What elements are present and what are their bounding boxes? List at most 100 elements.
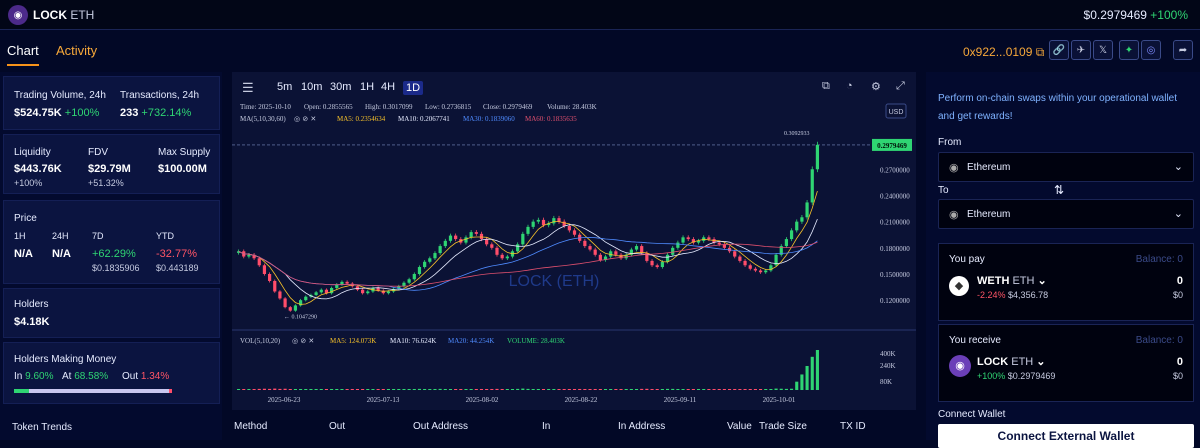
from-chain-select[interactable]: ◉ Ethereum ⌄ xyxy=(938,152,1194,182)
candle-up xyxy=(407,279,411,283)
timeframe-4h[interactable]: 4H xyxy=(381,81,395,93)
tab-chart[interactable]: Chart xyxy=(7,43,39,66)
volume-bar xyxy=(717,389,721,390)
price-card: Price 1H N/A 24H N/A 7D +62.29% $0.18359… xyxy=(3,200,220,284)
volume-bar xyxy=(779,388,783,390)
volume-bar xyxy=(361,389,365,390)
volume-bar xyxy=(665,388,670,390)
volume-bar xyxy=(805,365,809,390)
candle-up xyxy=(423,261,427,268)
vol-tick-label: 80K xyxy=(880,378,892,386)
volume-bar xyxy=(505,389,509,390)
volume-bar xyxy=(810,356,814,390)
info-close: Close: 0.2979469 xyxy=(483,103,533,111)
indicator-icon[interactable]: ⧉ xyxy=(822,80,830,93)
camera-icon[interactable]: ◔ xyxy=(846,80,853,92)
menu-icon[interactable]: ☰ xyxy=(242,80,254,96)
volume-bar xyxy=(330,389,334,390)
y-tick-label: 0.1500000 xyxy=(880,271,910,279)
volume-bar xyxy=(686,389,690,390)
max-supply-value: $100.00M xyxy=(158,163,207,175)
settings-icon[interactable]: ⚙ xyxy=(871,80,881,93)
volume-bar xyxy=(397,389,401,390)
volume-bar xyxy=(681,389,685,390)
price-1h-value: N/A xyxy=(14,248,33,260)
candle-down xyxy=(541,219,546,226)
x-tick-label: 2025-09-11 xyxy=(664,396,697,404)
candle-up xyxy=(304,296,308,301)
price-24h-label: 24H xyxy=(52,231,69,241)
candlestick-chart[interactable]: LOCK (ETH) Time: 2025-10-10 Open: 0.2855… xyxy=(232,100,916,410)
volume-bar xyxy=(293,389,297,390)
candle-up xyxy=(314,292,318,295)
timeframe-5m[interactable]: 5m xyxy=(277,81,292,93)
x-icon[interactable]: 𝕏 xyxy=(1093,40,1113,60)
volume-bar xyxy=(598,389,602,390)
candle-down xyxy=(288,307,292,311)
candle-down xyxy=(614,251,618,255)
link-icon[interactable]: 🔗 xyxy=(1049,40,1069,60)
candle-up xyxy=(810,169,814,203)
telegram-icon[interactable]: ✈ xyxy=(1071,40,1091,60)
volume-bar xyxy=(273,388,277,390)
share-icon-b[interactable]: ➦ xyxy=(1173,40,1193,60)
vol-label: VOL(5,10,20) xyxy=(240,337,281,345)
receive-token[interactable]: LOCK ETH ⌄ xyxy=(977,355,1046,368)
volume-bar xyxy=(784,388,788,390)
info-low: Low: 0.2736815 xyxy=(425,103,472,111)
candle-up xyxy=(433,253,437,259)
volume-bar xyxy=(485,389,489,390)
y-tick-label: 0.2700000 xyxy=(880,166,910,174)
timeframe-30m[interactable]: 30m xyxy=(330,81,351,93)
pay-token[interactable]: WETH ETH ⌄ xyxy=(977,274,1047,287)
chart-watermark: LOCK (ETH) xyxy=(509,273,600,290)
candle-down xyxy=(262,265,267,274)
volume-bar xyxy=(474,389,478,390)
ma-label: MA(5,10,30,60) xyxy=(240,115,286,123)
pay-amount-input[interactable]: 0 xyxy=(1177,275,1183,287)
candle-up xyxy=(366,291,370,294)
price-7d-sub: $0.1835906 xyxy=(92,263,140,273)
you-pay-panel: You pay Balance: 0 ◆ WETH ETH ⌄ -2.24% $… xyxy=(938,243,1194,321)
volume-bar xyxy=(350,389,354,390)
liquidity-change: +100% xyxy=(14,178,43,188)
volume-bar xyxy=(815,350,819,390)
candle-up xyxy=(469,232,473,238)
volume-bar xyxy=(562,389,566,390)
timeframe-1h[interactable]: 1H xyxy=(360,81,374,93)
share-icon-a[interactable]: ✦ xyxy=(1119,40,1139,60)
candle-down xyxy=(650,260,654,266)
high-marker-label: 0.3092933 xyxy=(784,131,810,137)
trading-volume-label: Trading Volume, 24h xyxy=(14,90,106,101)
volume-bar xyxy=(676,389,680,390)
making-money-in: In 9.60% xyxy=(14,371,54,382)
volume-bar xyxy=(660,389,664,390)
x-tick-label: 2025-08-22 xyxy=(565,396,598,404)
swap-direction-icon[interactable]: ⇅ xyxy=(1054,183,1064,197)
volume-bar xyxy=(340,389,344,390)
vol-tick-label: 240K xyxy=(880,362,896,370)
candle-up xyxy=(536,219,540,222)
tab-activity[interactable]: Activity xyxy=(56,43,97,58)
y-tick-label: 0.1800000 xyxy=(880,245,910,253)
connect-external-wallet-button[interactable]: Connect External Wallet xyxy=(938,424,1194,448)
candle-down xyxy=(743,260,747,266)
fullscreen-icon[interactable]: ⤢ xyxy=(896,80,905,93)
to-chain-select[interactable]: ◉ Ethereum ⌄ xyxy=(938,199,1194,229)
timeframe-1d[interactable]: 1D xyxy=(403,81,424,95)
globe-icon[interactable]: ◎ xyxy=(1141,40,1161,60)
volume-bar xyxy=(609,389,613,390)
receive-token-price: +100% $0.2979469 xyxy=(977,371,1056,381)
contract-address[interactable]: 0x922...0109 ⧉ xyxy=(963,45,1044,60)
candle-down xyxy=(267,274,272,281)
candle-up xyxy=(340,281,344,285)
vol-ma5-value: MA5: 124.073K xyxy=(330,337,376,345)
candle-up xyxy=(516,244,520,252)
pay-token-price: -2.24% $4,356.78 xyxy=(977,290,1049,300)
timeframe-10m[interactable]: 10m xyxy=(301,81,322,93)
candle-down xyxy=(598,254,602,261)
volume-bar xyxy=(510,389,515,390)
volume-bar xyxy=(733,389,737,390)
candle-up xyxy=(815,144,820,170)
candle-down xyxy=(758,270,763,273)
